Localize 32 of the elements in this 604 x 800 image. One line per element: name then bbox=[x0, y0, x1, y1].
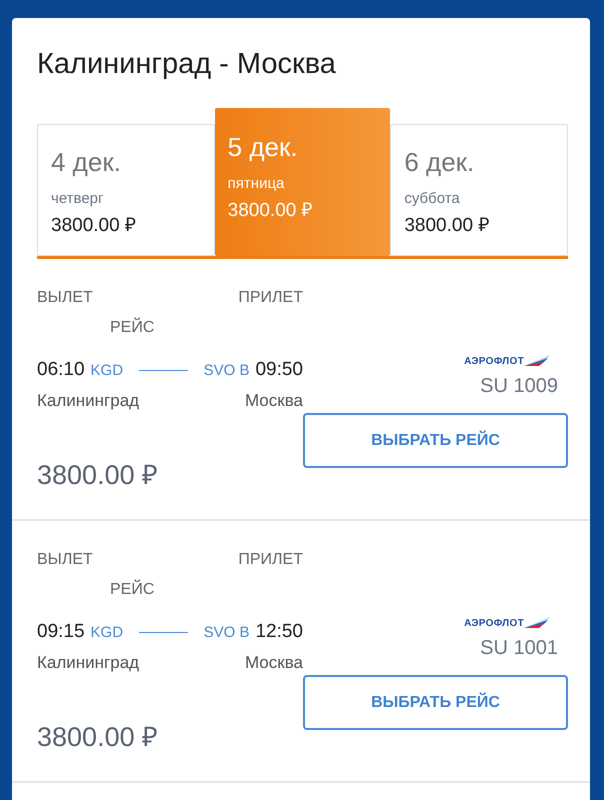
city-name: Калининград bbox=[37, 391, 140, 411]
flight-price: 3800.00 ₽ bbox=[37, 459, 160, 492]
departure-time: 06:10 bbox=[37, 359, 85, 381]
date-tab[interactable]: 6 дек. суббота 3800.00 ₽ bbox=[390, 124, 568, 256]
airport-code: SVO B bbox=[204, 362, 250, 378]
departure-label: ВЫЛЕТ bbox=[37, 289, 93, 307]
flight-price: 3800.00 ₽ bbox=[37, 721, 160, 754]
flight-number: SU 1001 bbox=[480, 637, 558, 660]
route-title: Калининград - Москва bbox=[36, 47, 337, 78]
flight-label: РЕЙС bbox=[110, 319, 156, 337]
flag-wing-icon bbox=[524, 617, 550, 629]
arrival-label: ПРИЛЕТ bbox=[238, 551, 303, 569]
airline-logo: АЭРОФЛОТ bbox=[464, 618, 524, 628]
airline-logo: АЭРОФЛОТ bbox=[464, 356, 524, 366]
date-tab[interactable]: 4 дек. четверг 3800.00 ₽ bbox=[37, 124, 215, 256]
city-name: Москва bbox=[244, 391, 303, 411]
arrival-time: 12:50 bbox=[255, 621, 303, 643]
airport-code: KGD bbox=[90, 624, 124, 640]
airport-code: SVO B bbox=[204, 624, 250, 640]
departure-label: ВЫЛЕТ bbox=[37, 551, 93, 569]
airport-code: KGD bbox=[90, 362, 124, 378]
city-name: Калининград bbox=[37, 653, 140, 673]
city-name: Москва bbox=[244, 653, 303, 673]
departure-time: 09:15 bbox=[37, 621, 85, 643]
select-flight-button[interactable]: ВЫБРАТЬ РЕЙС bbox=[303, 675, 568, 730]
flight-label: РЕЙС bbox=[110, 581, 156, 599]
arrival-time: 09:50 bbox=[255, 359, 303, 381]
arrival-label: ПРИЛЕТ bbox=[238, 289, 303, 307]
date-tab[interactable]: 5 дек. пятница 3800.00 ₽ bbox=[214, 108, 390, 256]
flag-wing-icon bbox=[524, 355, 550, 367]
flight-number: SU 1009 bbox=[480, 375, 558, 398]
select-flight-button[interactable]: ВЫБРАТЬ РЕЙС bbox=[303, 413, 568, 468]
